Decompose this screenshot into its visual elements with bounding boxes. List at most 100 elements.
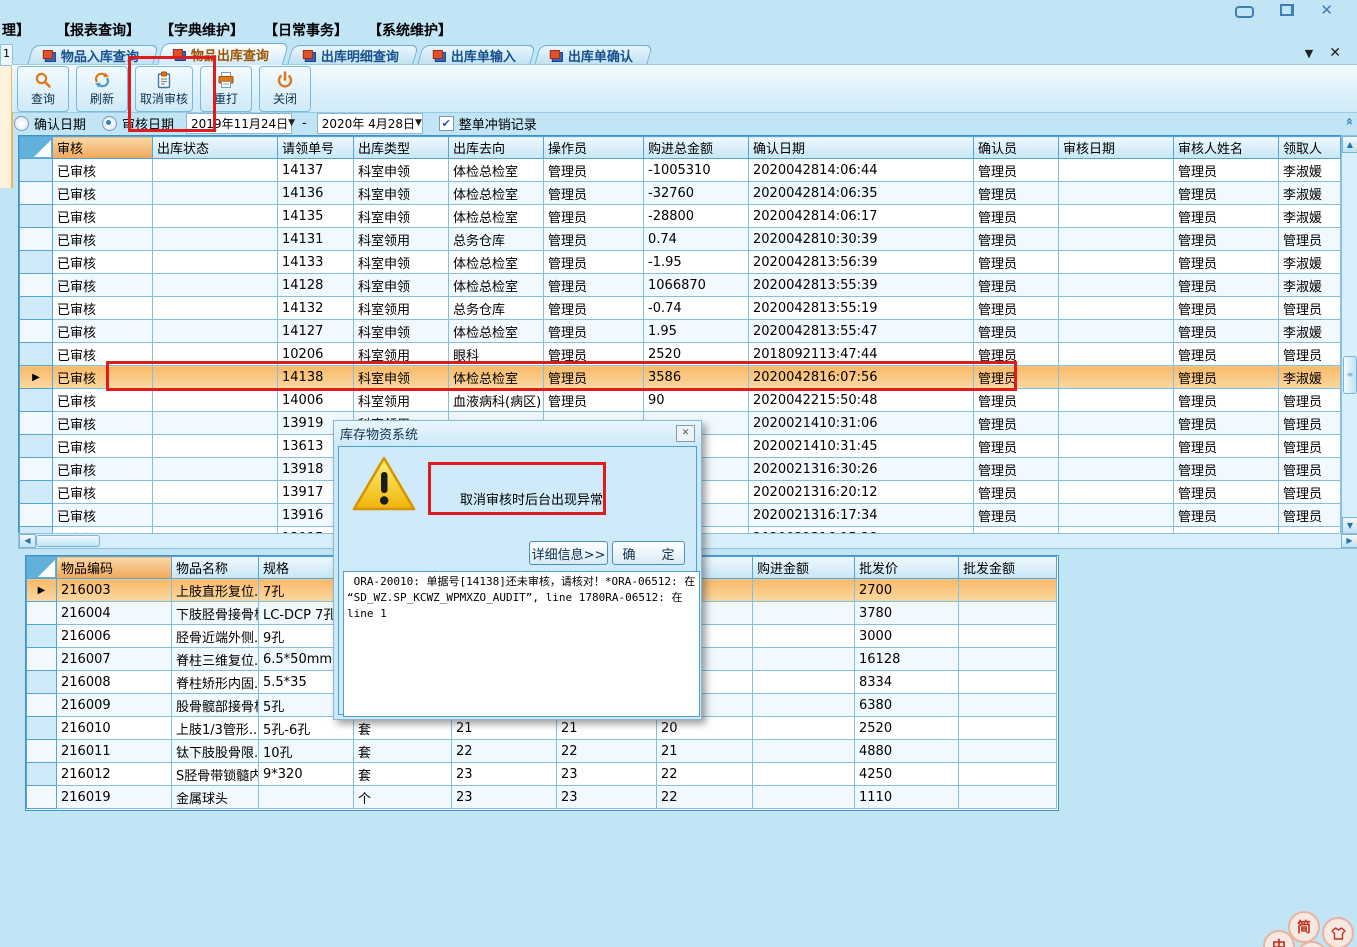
close-icon[interactable]: ✕ bbox=[1320, 3, 1333, 18]
column-header[interactable]: 确认日期 bbox=[748, 136, 974, 159]
cell[interactable] bbox=[1058, 503, 1174, 527]
cell[interactable]: 脊柱三维复位... bbox=[171, 647, 259, 671]
cell[interactable]: 科室申领 bbox=[353, 181, 449, 205]
cell[interactable]: -1.95 bbox=[643, 250, 749, 274]
cell[interactable]: 管理员 bbox=[1173, 434, 1279, 458]
table-row[interactable]: 已审核 14136 科室申领 体检总检室 管理员 -32760 2020042814:06:… bbox=[19, 181, 1341, 205]
cell[interactable]: 科室申领 bbox=[353, 250, 449, 274]
cell[interactable]: 90 bbox=[643, 388, 749, 412]
cell[interactable]: 23 bbox=[451, 785, 557, 809]
row-selector[interactable]: ▶ bbox=[26, 578, 57, 602]
cell[interactable]: 2020021316:20:12 bbox=[748, 480, 974, 504]
cell[interactable]: 216012 bbox=[56, 762, 172, 786]
row-selector[interactable] bbox=[19, 227, 53, 251]
cell[interactable]: 14135 bbox=[277, 204, 354, 228]
cell[interactable]: 管理员 bbox=[1173, 319, 1279, 343]
cell[interactable]: 23 bbox=[556, 762, 657, 786]
cell[interactable]: 股骨髋部接骨板 bbox=[171, 693, 259, 717]
table-row[interactable]: 已审核 14133 科室申领 体检总检室 管理员 -1.95 2020042813:56:3… bbox=[19, 250, 1341, 274]
cell[interactable]: 管理员 bbox=[543, 365, 644, 389]
cell[interactable]: 眼科 bbox=[448, 342, 544, 366]
scroll-up-icon[interactable]: ▲ bbox=[1342, 136, 1357, 153]
tab-出库单输入[interactable]: 出库单输入 bbox=[417, 45, 536, 65]
cell[interactable]: 已审核 bbox=[52, 503, 153, 527]
cell[interactable]: 10206 bbox=[277, 342, 354, 366]
cell[interactable]: 管理员 bbox=[973, 480, 1059, 504]
cell[interactable]: 2020021410:31:45 bbox=[748, 434, 974, 458]
cell[interactable]: -1005310 bbox=[643, 158, 749, 182]
table-row[interactable]: 216012S胫骨带锁髓内钉9*320套2323224250 bbox=[26, 762, 1057, 786]
cell[interactable]: 6380 bbox=[854, 693, 959, 717]
row-selector[interactable] bbox=[26, 785, 57, 809]
cell[interactable]: 管理员 bbox=[973, 181, 1059, 205]
cell[interactable]: 216008 bbox=[56, 670, 172, 694]
cell[interactable]: 科室领用 bbox=[353, 296, 449, 320]
cell[interactable]: 上肢直形复位... bbox=[171, 578, 259, 602]
cell[interactable]: 总务仓库 bbox=[448, 227, 544, 251]
cell[interactable] bbox=[752, 578, 855, 602]
cell[interactable]: 2020021316:17:34 bbox=[748, 503, 974, 527]
cell[interactable]: 管理员 bbox=[973, 250, 1059, 274]
cell[interactable] bbox=[152, 388, 278, 412]
row-selector[interactable] bbox=[19, 388, 53, 412]
cell[interactable] bbox=[152, 319, 278, 343]
cell[interactable]: 21 bbox=[656, 739, 753, 763]
cell[interactable] bbox=[152, 181, 278, 205]
error-detail-text[interactable]: ORA-20010: 单据号[14138]还未审核，请核对！*ORA-06512… bbox=[343, 571, 700, 717]
cell[interactable]: 管理员 bbox=[1173, 480, 1279, 504]
scrollbar-thumb[interactable]: ≡ bbox=[1343, 356, 1357, 394]
cell[interactable]: -0.74 bbox=[643, 296, 749, 320]
row-selector[interactable] bbox=[26, 670, 57, 694]
cell[interactable]: 23 bbox=[556, 785, 657, 809]
close-button[interactable]: 关闭 bbox=[259, 65, 312, 112]
cell[interactable]: 管理员 bbox=[543, 158, 644, 182]
column-header[interactable]: 购进金额 bbox=[752, 556, 855, 579]
date-from-combo[interactable]: 2019年11月24日 ▼ bbox=[186, 112, 295, 134]
cell[interactable]: 李淑媛 bbox=[1278, 204, 1341, 228]
column-header[interactable]: 出库状态 bbox=[152, 136, 278, 159]
cell[interactable] bbox=[1058, 204, 1174, 228]
cell[interactable]: 1066870 bbox=[643, 273, 749, 297]
cell[interactable]: 体检总检室 bbox=[448, 365, 544, 389]
cell[interactable] bbox=[752, 762, 855, 786]
scroll-down-icon[interactable]: ▼ bbox=[1342, 517, 1357, 534]
cell[interactable] bbox=[152, 457, 278, 481]
cell[interactable]: S胫骨带锁髓内钉 bbox=[171, 762, 259, 786]
cell[interactable]: 体检总检室 bbox=[448, 319, 544, 343]
cell[interactable]: 22 bbox=[451, 739, 557, 763]
cell[interactable]: 3586 bbox=[643, 365, 749, 389]
side-panel-tab[interactable]: 1 bbox=[0, 44, 13, 66]
table-row[interactable]: ▶ 已审核 14138 科室申领 体检总检室 管理员 3586 2020042816:07:5… bbox=[19, 365, 1341, 389]
cell[interactable]: 14128 bbox=[277, 273, 354, 297]
row-selector[interactable] bbox=[26, 739, 57, 763]
cell[interactable]: 总务仓库 bbox=[448, 296, 544, 320]
collapse-panel-icon[interactable]: « bbox=[1341, 117, 1356, 125]
cell[interactable]: 管理员 bbox=[543, 204, 644, 228]
cell[interactable]: 体检总检室 bbox=[448, 158, 544, 182]
row-selector[interactable] bbox=[19, 158, 53, 182]
cell[interactable]: 已审核 bbox=[52, 273, 153, 297]
cell[interactable]: 已审核 bbox=[52, 457, 153, 481]
cell[interactable]: 已审核 bbox=[52, 342, 153, 366]
details-button[interactable]: 详细信息>> bbox=[529, 541, 608, 565]
cell[interactable] bbox=[1058, 227, 1174, 251]
cell[interactable]: 管理员 bbox=[1173, 181, 1279, 205]
menu-item[interactable]: 【报表查询】 bbox=[56, 20, 140, 40]
cell[interactable]: 管理员 bbox=[973, 457, 1059, 481]
row-selector[interactable] bbox=[19, 480, 53, 504]
cell[interactable]: 14136 bbox=[277, 181, 354, 205]
cell[interactable]: 2020042814:06:44 bbox=[748, 158, 974, 182]
cell[interactable]: 管理员 bbox=[973, 273, 1059, 297]
cell[interactable]: 14131 bbox=[277, 227, 354, 251]
row-selector[interactable] bbox=[26, 762, 57, 786]
cell[interactable]: 2020021410:31:06 bbox=[748, 411, 974, 435]
ime-skin-icon[interactable] bbox=[1322, 917, 1354, 947]
row-selector[interactable] bbox=[19, 457, 53, 481]
cell[interactable] bbox=[152, 434, 278, 458]
table-row[interactable]: 已审核 14137 科室申领 体检总检室 管理员 -1005310 2020042814:0… bbox=[19, 158, 1341, 182]
row-selector[interactable] bbox=[19, 273, 53, 297]
cell[interactable]: -32760 bbox=[643, 181, 749, 205]
cell[interactable] bbox=[152, 273, 278, 297]
cell[interactable]: 个 bbox=[353, 785, 452, 809]
cell[interactable]: 已审核 bbox=[52, 181, 153, 205]
